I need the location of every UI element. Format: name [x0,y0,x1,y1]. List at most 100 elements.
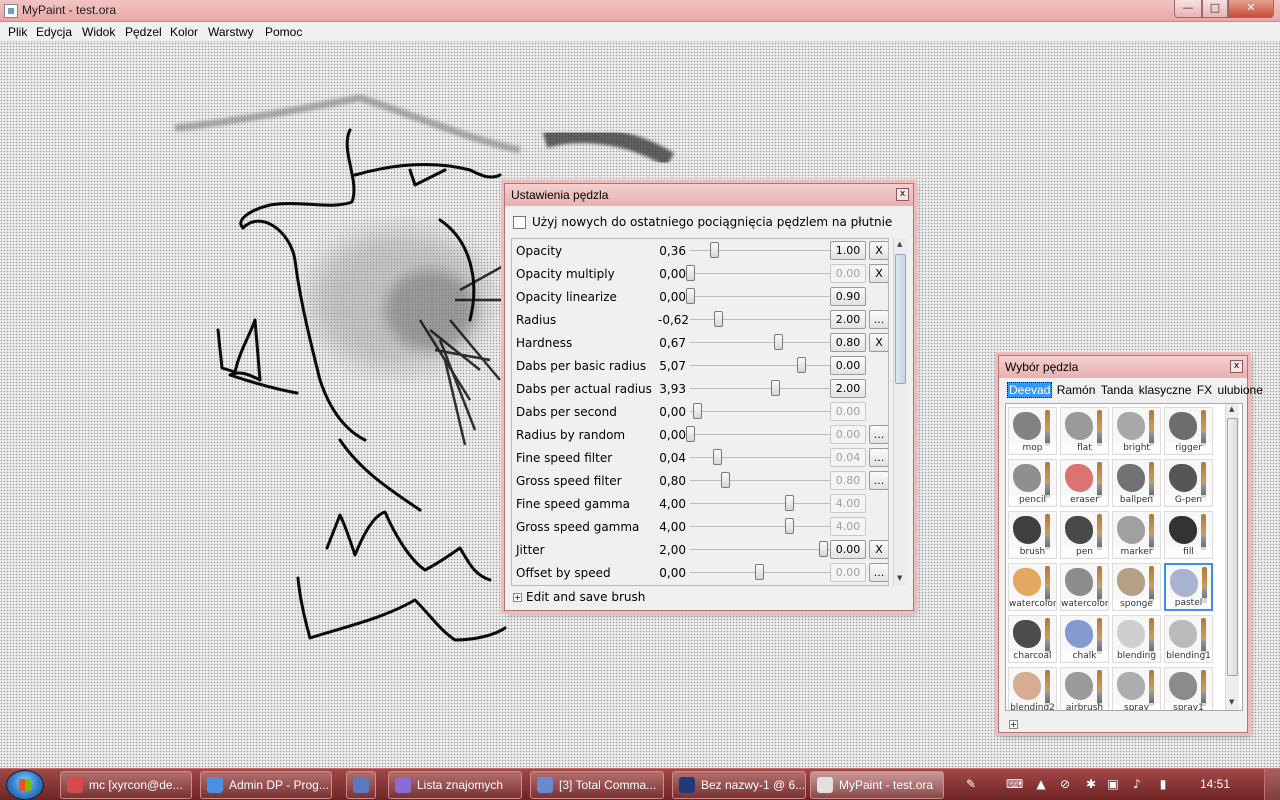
close-icon[interactable]: x [1230,360,1243,373]
menu-warstwy[interactable]: Warstwy [208,25,254,39]
reset-button[interactable]: X [869,241,888,260]
clock[interactable]: 14:51 [1200,777,1230,791]
brush-tile[interactable]: chalk [1060,615,1109,663]
show-desktop-button[interactable] [1264,769,1280,800]
slider-handle[interactable] [755,564,764,580]
base-value-button[interactable]: 4.00 [830,494,866,513]
menu-edycja[interactable]: Edycja [36,25,72,39]
network-icon[interactable]: ⊘ [1058,777,1072,791]
bluetooth-icon[interactable]: ✱ [1084,777,1098,791]
setting-slider[interactable] [686,265,830,281]
show-hidden-icons-icon[interactable]: ▲ [1034,777,1048,791]
scroll-up-icon[interactable]: ▲ [1229,405,1234,413]
brush-tile[interactable]: watercolor1 [1060,563,1109,611]
expand-plus-icon[interactable]: + [1009,720,1018,729]
brush-tile[interactable]: pastel [1164,563,1213,611]
base-value-button[interactable]: 2.00 [830,379,866,398]
slider-handle[interactable] [785,495,794,511]
curve-editor-button[interactable]: ... [869,425,888,444]
slider-handle[interactable] [785,518,794,534]
brush-tab[interactable]: Ramón [1056,383,1097,397]
slider-handle[interactable] [774,334,783,350]
brush-tile[interactable]: pencil [1008,459,1057,507]
brush-tile[interactable]: spray [1112,667,1161,710]
brush-tile[interactable]: blending [1112,615,1161,663]
use-new-checkbox[interactable] [513,216,526,229]
brush-tab[interactable]: Deevad [1007,382,1053,398]
slider-handle[interactable] [693,403,702,419]
brush-tile[interactable]: G-pen [1164,459,1213,507]
brush-tile[interactable]: spray1 [1164,667,1213,710]
base-value-button[interactable]: 0.00 [830,402,866,421]
close-icon[interactable]: x [896,188,909,201]
slider-handle[interactable] [686,265,695,281]
action-center-icon[interactable]: ✎ [964,777,978,791]
setting-slider[interactable] [686,426,830,442]
brush-tile[interactable]: blending2 [1008,667,1057,710]
base-value-button[interactable]: 0.00 [830,264,866,283]
reset-button[interactable]: X [869,333,888,352]
curve-editor-button[interactable]: ... [869,448,888,467]
setting-slider[interactable] [690,334,830,350]
slider-handle[interactable] [710,242,719,258]
slider-handle[interactable] [721,472,730,488]
maximize-button[interactable]: □ [1202,0,1228,18]
keyboard-icon[interactable]: ⌨ [1006,777,1023,791]
edit-save-expander[interactable]: + Edit and save brush [513,590,645,604]
setting-slider[interactable] [690,242,830,258]
base-value-button[interactable]: 0.80 [830,333,866,352]
taskbar-button[interactable] [346,771,376,799]
brush-tile[interactable]: blending1 [1164,615,1213,663]
taskbar-button[interactable]: Lista znajomych [388,771,522,799]
brush-tile[interactable]: eraser [1060,459,1109,507]
setting-slider[interactable] [690,541,830,557]
brush-tile[interactable]: ballpen [1112,459,1161,507]
scrollbar-thumb[interactable] [1227,418,1238,676]
curve-editor-button[interactable]: ... [869,471,888,490]
start-button[interactable] [6,770,44,800]
setting-slider[interactable] [690,495,830,511]
brush-tile[interactable]: brush [1008,511,1057,559]
brush-tile[interactable]: charcoal [1008,615,1057,663]
brush-tile[interactable]: rigger [1164,407,1213,455]
slider-handle[interactable] [819,541,828,557]
scrollbar-thumb[interactable] [895,254,906,384]
base-value-button[interactable]: 0.04 [830,448,866,467]
scroll-down-icon[interactable]: ▼ [897,574,902,582]
setting-slider[interactable] [690,311,830,327]
setting-slider[interactable] [690,564,830,580]
base-value-button[interactable]: 0.90 [830,287,866,306]
brush-tab[interactable]: klasyczne [1138,383,1193,397]
setting-slider[interactable] [690,403,830,419]
setting-slider[interactable] [690,518,830,534]
brush-tab[interactable]: FX [1196,383,1213,397]
close-button[interactable]: ✕ [1228,0,1274,18]
base-value-button[interactable]: 0.00 [830,540,866,559]
brush-tile[interactable]: sponge [1112,563,1161,611]
brush-grid-scrollbar[interactable]: ▲ ▼ [1225,404,1239,710]
scroll-up-icon[interactable]: ▲ [897,240,902,248]
brush-tile[interactable]: flat [1060,407,1109,455]
taskbar-button[interactable]: MyPaint - test.ora [810,771,944,799]
picker-expander[interactable]: + [1009,717,1022,731]
menu-pomoc[interactable]: Pomoc [265,25,302,39]
base-value-button[interactable]: 1.00 [830,241,866,260]
taskbar-button[interactable]: Bez nazwy-1 @ 6... [672,771,806,799]
base-value-button[interactable]: 0.00 [830,563,866,582]
volume-icon[interactable]: ♪ [1130,777,1144,791]
usb-icon[interactable]: ▣ [1106,777,1120,791]
taskbar-button[interactable]: Admin DP - Prog... [200,771,332,799]
setting-slider[interactable] [690,472,830,488]
brush-tile[interactable]: marker [1112,511,1161,559]
menu-kolor[interactable]: Kolor [170,25,198,39]
setting-slider[interactable] [686,288,830,304]
brush-tab[interactable]: Tanda [1100,383,1135,397]
settings-scrollbar[interactable]: ▲ ▼ [893,238,907,586]
brush-tile[interactable]: airbrush [1060,667,1109,710]
taskbar-button[interactable]: mc [xyrcon@de... [60,771,192,799]
slider-handle[interactable] [771,380,780,396]
base-value-button[interactable]: 0.00 [830,356,866,375]
reset-button[interactable]: X [869,264,888,283]
taskbar-button[interactable]: [3] Total Comma... [530,771,664,799]
brush-tile[interactable]: bright [1112,407,1161,455]
